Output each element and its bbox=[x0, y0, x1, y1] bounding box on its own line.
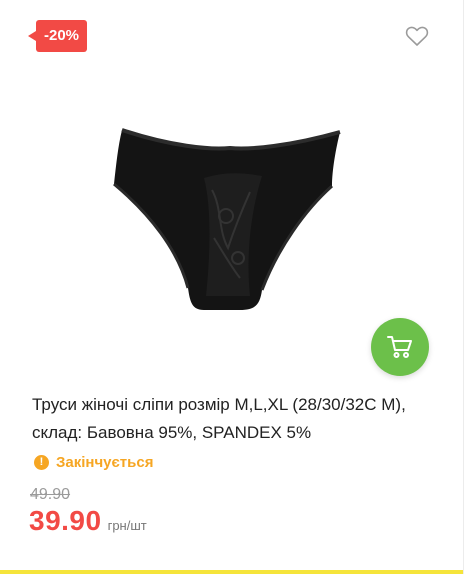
add-to-cart-button[interactable] bbox=[371, 318, 429, 376]
product-card: -20% Труси жіночі сліпи розмір M,L,XL (2… bbox=[0, 0, 464, 574]
product-image[interactable] bbox=[100, 118, 360, 318]
shopping-cart-icon bbox=[387, 336, 412, 358]
stock-status-text: Закінчується bbox=[56, 453, 154, 471]
old-price: 49.90 bbox=[30, 486, 71, 503]
current-price: 39.90 bbox=[29, 505, 102, 536]
bottom-divider bbox=[0, 570, 464, 574]
favorite-heart-icon[interactable] bbox=[404, 24, 430, 48]
discount-badge: -20% bbox=[27, 20, 88, 52]
stock-status: ! Закінчується bbox=[34, 452, 153, 472]
exclamation-circle-icon: ! bbox=[34, 454, 49, 470]
price-row: 39.90 грн/шт bbox=[29, 505, 147, 537]
price-unit: грн/шт bbox=[107, 518, 147, 533]
product-title-link[interactable]: Труси жіночі сліпи розмір M,L,XL (28/30/… bbox=[32, 391, 432, 447]
